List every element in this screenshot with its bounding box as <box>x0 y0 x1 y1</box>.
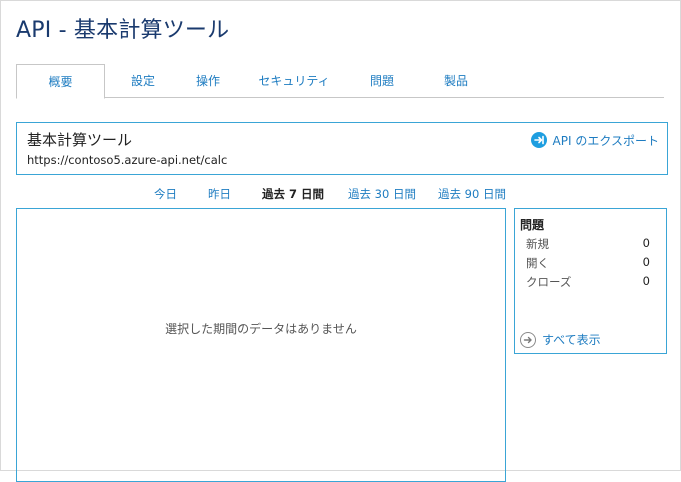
show-all-label: すべて表示 <box>542 333 601 347</box>
issue-label: 開く <box>526 256 549 270</box>
issue-label: クローズ <box>526 275 572 289</box>
tab-settings[interactable]: 設定 <box>116 64 170 97</box>
tab-label: 設定 <box>130 74 155 88</box>
issue-row-closed: クローズ 0 <box>526 274 650 290</box>
issue-row-new: 新規 0 <box>526 236 650 252</box>
range-last-7-days[interactable]: 過去 7 日間 <box>262 186 324 202</box>
tab-issues[interactable]: 問題 <box>356 64 408 97</box>
tab-label: 概要 <box>48 75 73 89</box>
tab-label: 操作 <box>195 74 220 88</box>
tab-overview[interactable]: 概要 <box>16 64 105 99</box>
no-data-message: 選択した期間のデータはありません <box>165 322 357 336</box>
tab-label: 問題 <box>369 74 394 88</box>
tab-bar: 概要 設定 操作 セキュリティ 問題 製品 <box>16 64 664 99</box>
range-today[interactable]: 今日 <box>154 186 177 202</box>
export-arrow-icon <box>530 132 547 148</box>
issue-count: 0 <box>642 236 650 250</box>
api-name: 基本計算ツール <box>27 131 133 149</box>
issue-count: 0 <box>642 255 650 269</box>
export-api-link[interactable]: API のエクスポート <box>530 131 659 149</box>
time-range-selector: 今日 昨日 過去 7 日間 過去 30 日間 過去 90 日間 <box>0 186 681 202</box>
issue-row-open: 開く 0 <box>526 255 650 271</box>
issue-count: 0 <box>642 274 650 288</box>
range-last-30-days[interactable]: 過去 30 日間 <box>348 186 416 202</box>
show-all-issues-link[interactable]: すべて表示 <box>520 331 601 348</box>
tab-label: 製品 <box>443 74 468 88</box>
issue-label: 新規 <box>526 237 549 251</box>
tab-products[interactable]: 製品 <box>430 64 482 97</box>
api-url: https://contoso5.azure-api.net/calc <box>27 153 228 167</box>
issues-title: 問題 <box>520 218 545 232</box>
usage-chart-panel: 選択した期間のデータはありません <box>16 208 506 482</box>
arrow-right-circle-icon <box>520 331 536 348</box>
page-title: API - 基本計算ツール <box>16 18 230 43</box>
tab-operations[interactable]: 操作 <box>182 64 234 97</box>
tab-label: セキュリティ <box>258 74 330 88</box>
export-api-label: API のエクスポート <box>552 133 659 148</box>
range-yesterday[interactable]: 昨日 <box>208 186 231 202</box>
tab-security[interactable]: セキュリティ <box>248 64 340 97</box>
range-last-90-days[interactable]: 過去 90 日間 <box>438 186 506 202</box>
issues-panel: 問題 新規 0 開く 0 クローズ 0 すべて表示 <box>514 208 667 354</box>
api-summary-panel: 基本計算ツール https://contoso5.azure-api.net/c… <box>16 122 668 175</box>
